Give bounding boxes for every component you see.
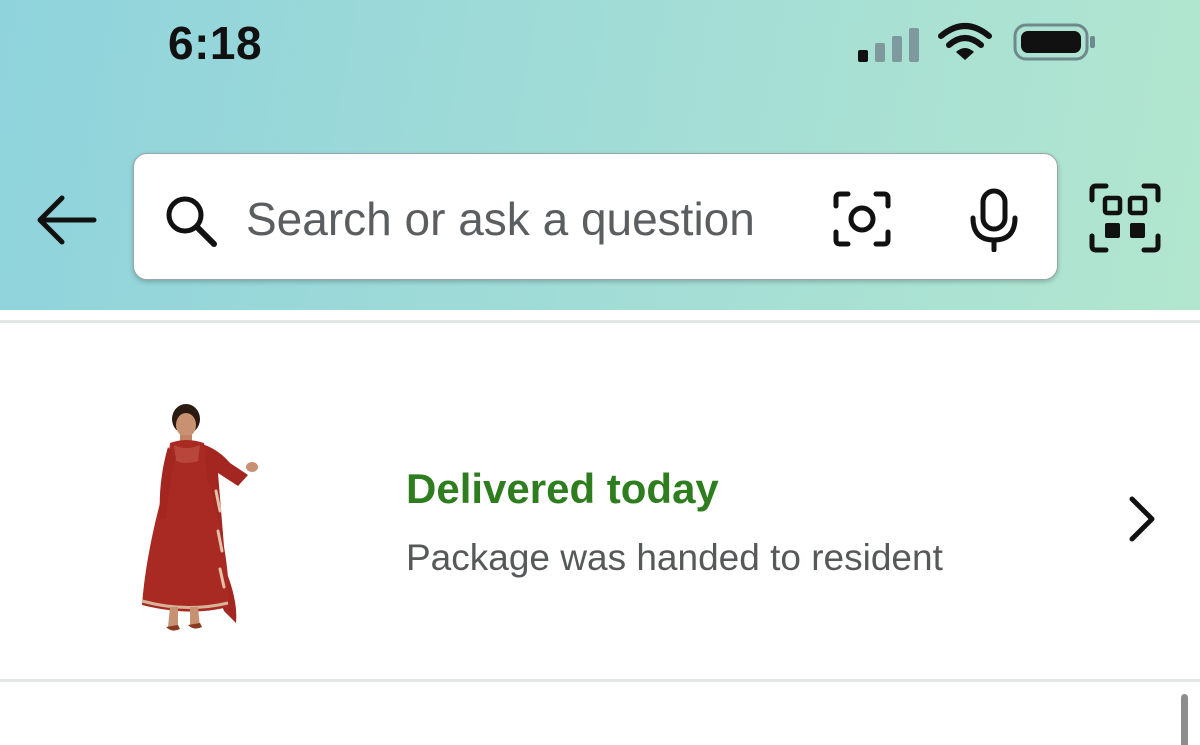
- wifi-icon: [938, 23, 992, 60]
- camera-lens-icon[interactable]: [832, 190, 892, 248]
- microphone-icon[interactable]: [966, 188, 1022, 252]
- back-arrow-icon[interactable]: [34, 190, 100, 250]
- search-icon: [166, 196, 217, 247]
- divider: [0, 679, 1200, 682]
- search-input[interactable]: [246, 190, 826, 248]
- order-delivery-card[interactable]: Delivered today Package was handed to re…: [0, 323, 1200, 679]
- battery-icon: [1013, 23, 1095, 61]
- cellular-signal-icon: [858, 26, 920, 62]
- status-time: 6:18: [168, 17, 263, 69]
- delivery-status: Delivered today: [406, 465, 719, 512]
- header: 6:18: [0, 0, 1200, 310]
- product-image[interactable]: [120, 401, 270, 641]
- delivery-detail: Package was handed to resident: [406, 537, 943, 578]
- app-screen: 6:18 Search or ask a question Delivered …: [0, 0, 1200, 745]
- search-bar[interactable]: [133, 153, 1058, 280]
- chevron-right-icon[interactable]: [1120, 493, 1164, 545]
- qr-scan-icon[interactable]: [1088, 182, 1162, 254]
- scrollbar[interactable]: [1181, 694, 1188, 745]
